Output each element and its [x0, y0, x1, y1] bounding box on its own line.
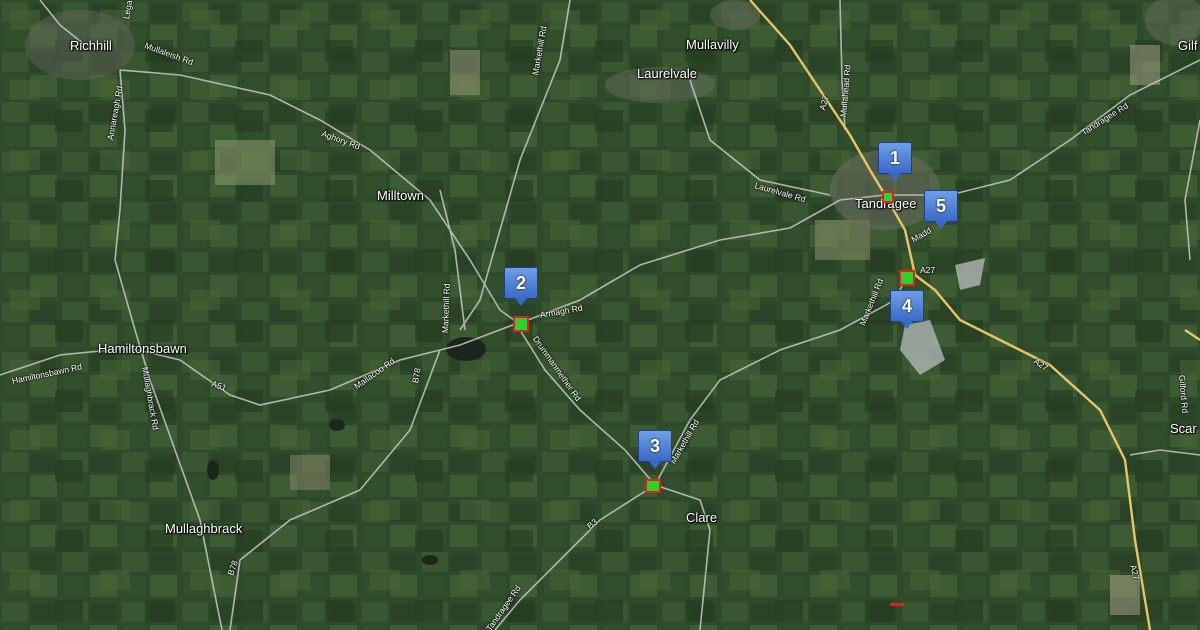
marker-label: 5	[924, 190, 958, 222]
marker-pointer	[901, 321, 913, 329]
site-square[interactable]	[899, 270, 915, 286]
place-richhill: Richhill	[70, 38, 112, 53]
marker-pointer	[515, 298, 527, 306]
road-label: A27	[920, 265, 936, 275]
place-laurelvale: Laurelvale	[637, 66, 697, 81]
place-gilford: Gilf	[1178, 38, 1198, 53]
map-marker-4[interactable]: 4	[890, 290, 924, 330]
place-scarva: Scar	[1170, 421, 1197, 436]
marker-label: 2	[504, 267, 538, 299]
marker-pointer	[649, 461, 661, 469]
place-hamiltonsbawn: Hamiltonsbawn	[98, 341, 187, 356]
site-square[interactable]	[645, 479, 661, 493]
map-marker-2[interactable]: 2	[504, 267, 538, 307]
marker-label: 4	[890, 290, 924, 322]
marker-pointer	[889, 173, 901, 181]
place-mullaghbrack: Mullaghbrack	[165, 521, 243, 536]
road-label: Markethill Rd	[440, 283, 452, 334]
marker-label: 1	[878, 142, 912, 174]
place-mullavilly: Mullavilly	[686, 37, 739, 52]
satellite-map[interactable]: Richhill Mullavilly Laurelvale Tandragee…	[0, 0, 1200, 630]
map-marker-3[interactable]: 3	[638, 430, 672, 470]
site-square[interactable]	[513, 316, 529, 332]
map-marker-1[interactable]: 1	[878, 142, 912, 182]
red-mark	[890, 603, 904, 606]
site-square[interactable]	[882, 191, 894, 203]
marker-pointer	[935, 221, 947, 229]
map-marker-5[interactable]: 5	[924, 190, 958, 230]
marker-label: 3	[638, 430, 672, 462]
place-clare: Clare	[686, 510, 718, 525]
place-milltown: Milltown	[377, 188, 424, 203]
